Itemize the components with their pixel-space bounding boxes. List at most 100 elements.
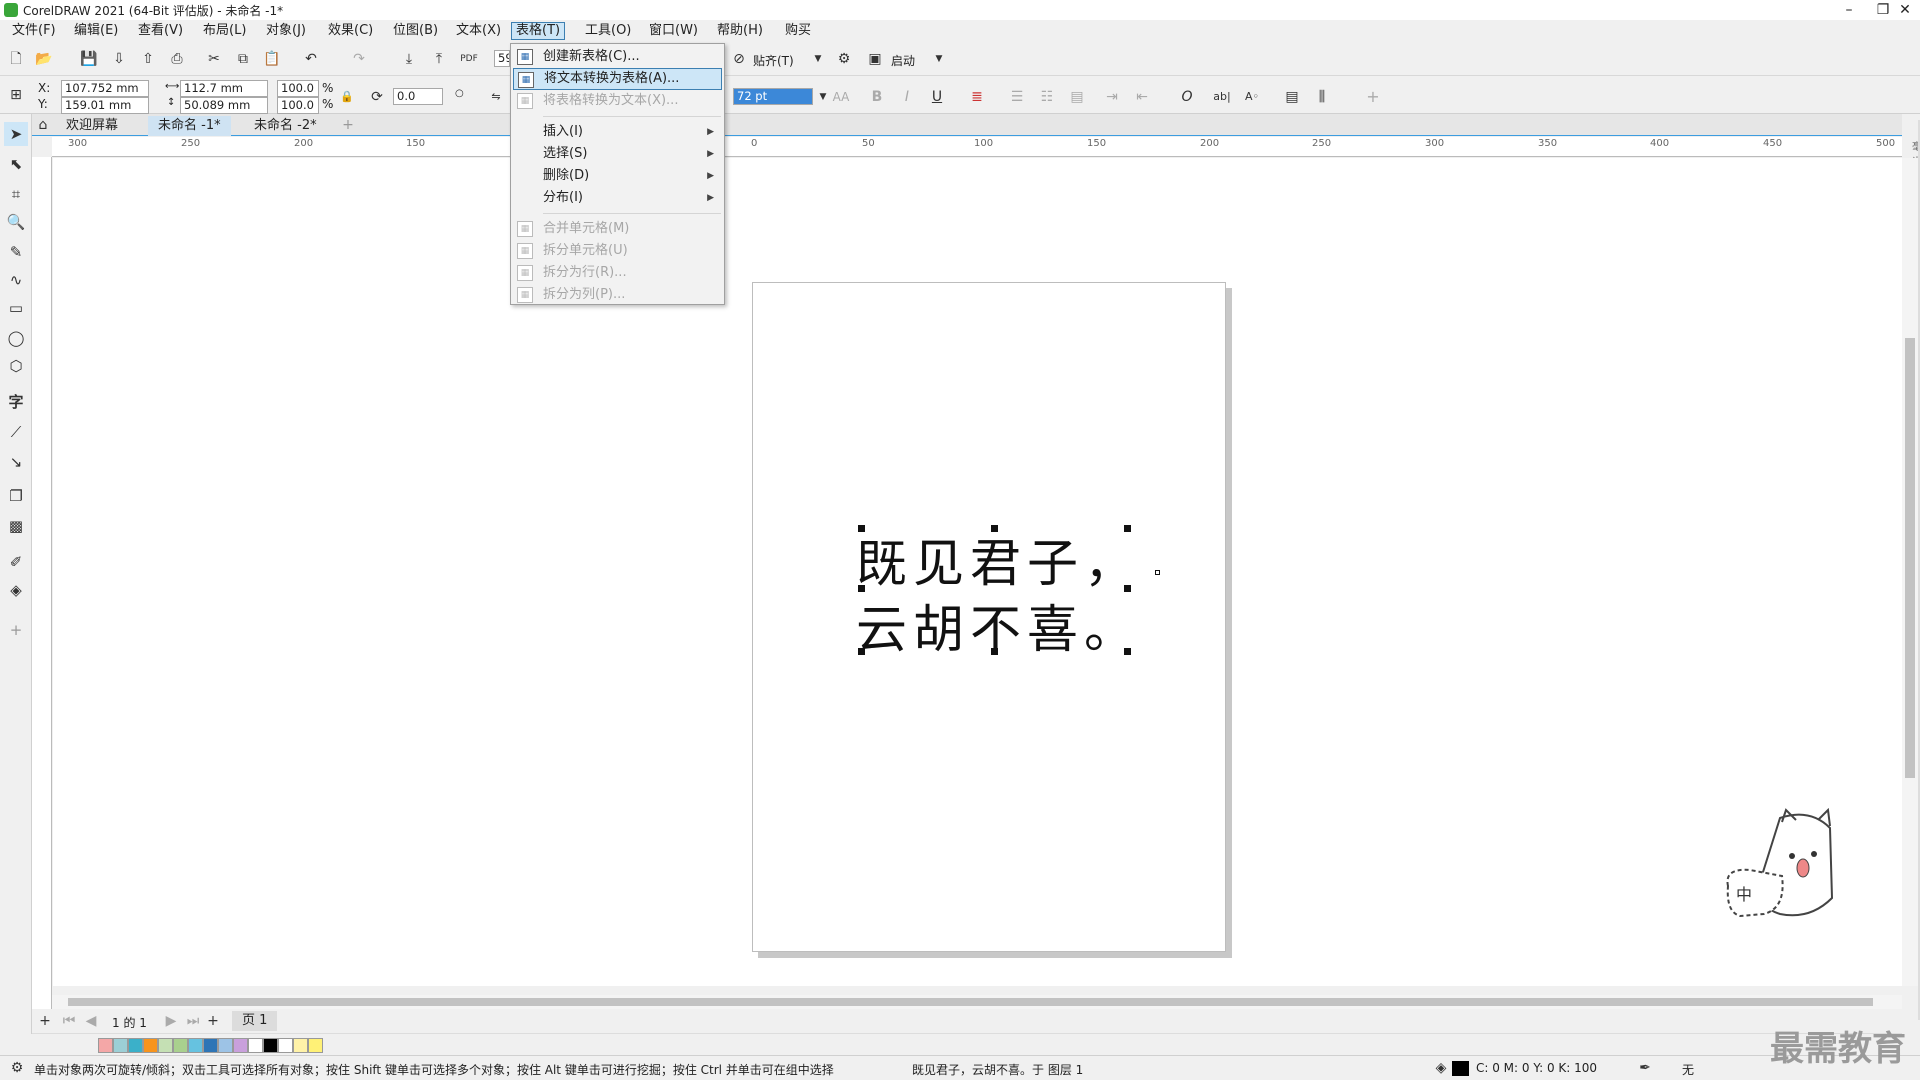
document-palette-swatch[interactable] [263, 1038, 278, 1053]
menu-file[interactable]: 文件(F) [8, 22, 60, 40]
publish-pdf-icon[interactable]: PDF [458, 48, 480, 70]
menu-text[interactable]: 文本(X) [452, 22, 505, 40]
submenu-item-1[interactable]: 选择(S) ▶ [513, 143, 722, 165]
page-tab-1[interactable]: 页 1 [232, 1011, 278, 1031]
horizontal-ruler[interactable]: 300 250 200 150 0 50 100 150 200 250 300… [52, 137, 1920, 168]
menu-effects[interactable]: 效果(C) [324, 22, 377, 40]
text-align-icon[interactable]: ≣ [966, 86, 988, 108]
submenu-item-2[interactable]: 删除(D) ▶ [513, 165, 722, 187]
minimize-button[interactable]: – [1832, 0, 1866, 20]
artistic-media-icon[interactable]: ∿ [4, 268, 28, 292]
selection-handle[interactable] [1124, 525, 1131, 532]
underline-icon[interactable]: U [926, 86, 948, 108]
document-palette-swatch[interactable] [233, 1038, 248, 1053]
selection-handle[interactable] [1124, 648, 1131, 655]
numbered-list-icon[interactable]: ☷ [1036, 86, 1058, 108]
document-palette-swatch[interactable] [293, 1038, 308, 1053]
bullet-list-icon[interactable]: ☰ [1006, 86, 1028, 108]
artistic-text-line-2[interactable]: 云胡不喜。 [856, 588, 1141, 662]
menu-layout[interactable]: 布局(L) [199, 22, 250, 40]
font-size-field[interactable]: 72 pt [733, 88, 813, 105]
text-node-handle[interactable] [1155, 570, 1160, 575]
transparency-icon[interactable]: ▩ [4, 514, 28, 538]
open-folder-icon[interactable]: 📂 [33, 48, 55, 70]
document-palette-swatch[interactable] [188, 1038, 203, 1053]
horizontal-scrollbar[interactable] [52, 995, 1902, 1009]
horizontal-scrollbar-thumb[interactable] [68, 998, 1873, 1006]
menu-item-1[interactable]: ▦ 将文本转换为表格(A)... [513, 68, 722, 90]
selection-handle[interactable] [1124, 585, 1131, 592]
document-palette-swatch[interactable] [143, 1038, 158, 1053]
y-position-field[interactable]: 159.01 mm [61, 97, 149, 114]
tab-welcome[interactable]: 欢迎屏幕 [56, 116, 128, 136]
vertical-scrollbar-thumb[interactable] [1905, 338, 1915, 778]
outline-pen-icon[interactable]: ✒ [1634, 1057, 1656, 1079]
redo-icon[interactable]: ↷ [348, 48, 370, 70]
fill-swatch[interactable] [1452, 1061, 1469, 1076]
options-gear-icon[interactable]: ⚙ [833, 48, 855, 70]
edit-text-icon[interactable]: ab| [1211, 86, 1233, 108]
new-document-icon[interactable]: 🗋 [5, 48, 27, 70]
menu-edit[interactable]: 编辑(E) [70, 22, 122, 40]
document-palette-swatch[interactable] [248, 1038, 263, 1053]
text-tool-icon[interactable]: 字 [4, 390, 28, 414]
selection-handle[interactable] [991, 525, 998, 532]
chevron-down-icon[interactable]: ▼ [928, 48, 950, 70]
launch-app-icon[interactable]: ▣ [864, 48, 886, 70]
menu-item-0[interactable]: ▦ 创建新表格(C)... [513, 46, 722, 68]
object-origin-icon[interactable]: ⊞ [5, 84, 27, 106]
x-position-field[interactable]: 107.752 mm [61, 80, 149, 97]
cloud-upload-icon[interactable]: ⇧ [137, 48, 159, 70]
undo-icon[interactable]: ↶ [300, 48, 322, 70]
zoom-tool-icon[interactable]: 🔍 [4, 210, 28, 234]
cloud-download-icon[interactable]: ⇩ [108, 48, 130, 70]
rotation-angle-field[interactable]: 0.0 [393, 88, 443, 105]
scale-height-field[interactable]: 100.0 [277, 97, 319, 114]
height-field[interactable]: 50.089 mm [180, 97, 268, 114]
fill-icon[interactable]: ◈ [1430, 1057, 1452, 1079]
import-icon[interactable]: ⤓ [398, 48, 420, 70]
copy-icon[interactable]: ⧉ [232, 48, 254, 70]
menu-tools[interactable]: 工具(O) [581, 22, 635, 40]
rectangle-tool-icon[interactable]: ▭ [4, 296, 28, 320]
document-palette-swatch[interactable] [98, 1038, 113, 1053]
parallel-dimension-icon[interactable]: ⟋ [4, 420, 28, 444]
tab-untitled-2[interactable]: 未命名 -2* [244, 116, 327, 136]
first-page-icon[interactable]: ⏮ [58, 1010, 80, 1032]
document-palette-swatch[interactable] [308, 1038, 323, 1053]
add-page-icon[interactable]: + [34, 1010, 56, 1032]
menu-help[interactable]: 帮助(H) [713, 22, 767, 40]
cut-icon[interactable]: ✂ [203, 48, 225, 70]
document-palette-swatch[interactable] [113, 1038, 128, 1053]
drop-cap-icon[interactable]: ▤ [1066, 86, 1088, 108]
menu-bitmap[interactable]: 位图(B) [389, 22, 442, 40]
menu-object[interactable]: 对象(J) [262, 22, 310, 40]
text-properties-icon[interactable]: A◦ [1241, 86, 1263, 108]
selection-handle[interactable] [991, 648, 998, 655]
vertical-text-icon[interactable]: ⫼ [1311, 86, 1333, 108]
font-size-step-icon[interactable]: AA [830, 86, 852, 108]
snap-off-icon[interactable]: ⊘ [728, 48, 750, 70]
pick-tool-icon[interactable]: ➤ [4, 122, 28, 146]
last-page-icon[interactable]: ⏭ [182, 1010, 204, 1032]
interactive-fill-icon[interactable]: ◈ [4, 578, 28, 602]
vertical-scrollbar[interactable] [1902, 158, 1918, 986]
next-page-icon[interactable]: ▶ [160, 1010, 182, 1032]
save-icon[interactable]: 💾 [78, 48, 100, 70]
document-palette[interactable] [32, 1033, 1902, 1055]
document-palette-swatch[interactable] [173, 1038, 188, 1053]
selection-handle[interactable] [858, 585, 865, 592]
freehand-tool-icon[interactable]: ✎ [4, 240, 28, 264]
connector-tool-icon[interactable]: ↘ [4, 450, 28, 474]
tab-untitled-1[interactable]: 未命名 -1* [148, 116, 231, 136]
submenu-item-3[interactable]: 分布(I) ▶ [513, 187, 722, 209]
scale-width-field[interactable]: 100.0 [277, 80, 319, 97]
opentype-icon[interactable]: O [1176, 86, 1198, 108]
submenu-item-0[interactable]: 插入(I) ▶ [513, 121, 722, 143]
bold-icon[interactable]: B [866, 86, 888, 108]
launch-dropdown[interactable]: 启动 [891, 52, 915, 69]
selection-handle[interactable] [858, 648, 865, 655]
crop-tool-icon[interactable]: ⌗ [4, 182, 28, 206]
lock-ratio-icon[interactable]: 🔒 [336, 86, 358, 108]
add-page-after-icon[interactable]: + [202, 1010, 224, 1032]
